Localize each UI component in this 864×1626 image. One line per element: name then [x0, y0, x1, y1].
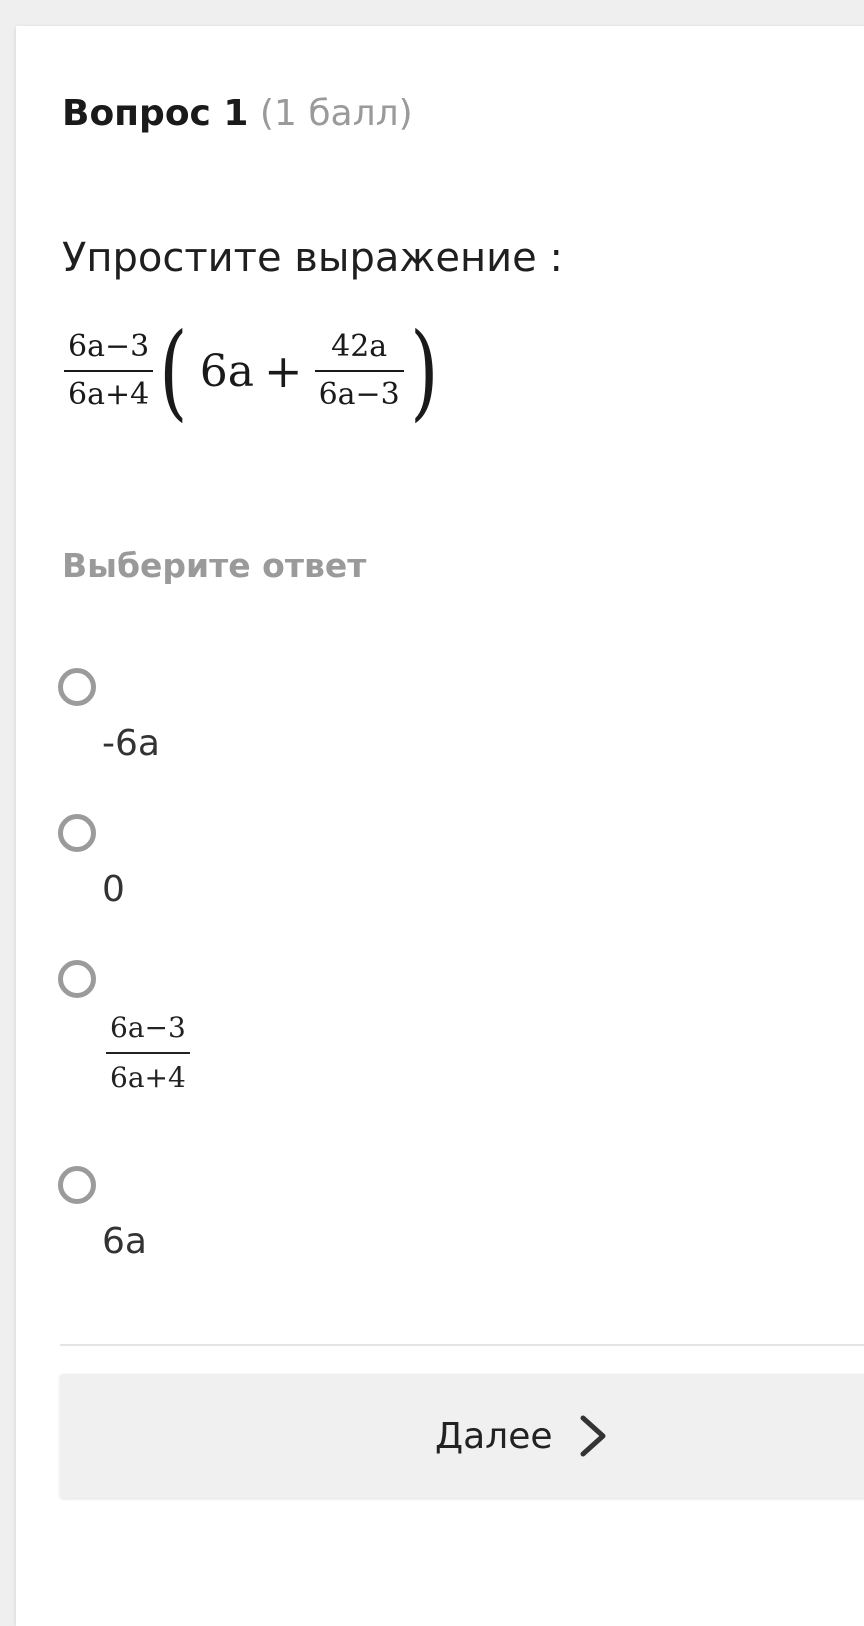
- next-button[interactable]: Далее: [60, 1374, 864, 1498]
- choose-answer-label: Выберите ответ: [62, 546, 367, 585]
- outer-fraction-numerator: 6a−3: [68, 329, 150, 364]
- answer-option-label: 6a: [102, 1221, 147, 1262]
- answer-option-label: -6a: [102, 723, 160, 764]
- next-button-content: Далее: [435, 1412, 615, 1460]
- question-header: Вопрос 1 (1 балл): [62, 88, 413, 140]
- answer-fraction-denominator: 6a+4: [106, 1052, 190, 1094]
- next-button-label: Далее: [435, 1415, 553, 1457]
- radio-button[interactable]: [58, 960, 96, 998]
- math-expression: 6a−3 6a+4 ( 6a + 42a 6a−3 ): [64, 318, 444, 424]
- outer-fraction-denominator: 6a+4: [64, 370, 154, 412]
- plus-operator: +: [264, 344, 303, 398]
- chevron-right-icon: [580, 1415, 605, 1457]
- radio-button[interactable]: [58, 668, 96, 706]
- close-parenthesis: ): [409, 310, 439, 432]
- inner-fraction: 42a 6a−3: [314, 329, 404, 412]
- divider: [60, 1344, 864, 1346]
- open-parenthesis: (: [159, 310, 188, 432]
- inner-fraction-denominator: 6a−3: [314, 370, 404, 412]
- question-points: (1 балл): [259, 93, 413, 134]
- question-text: Упростите выражение :: [62, 235, 563, 281]
- question-title: Вопрос 1: [62, 93, 249, 134]
- inner-fraction-numerator: 42a: [331, 329, 388, 364]
- answer-fraction-numerator: 6a−3: [110, 1011, 186, 1044]
- answer-option-fraction: 6a−3 6a+4: [106, 1012, 190, 1094]
- radio-button[interactable]: [58, 814, 96, 852]
- radio-button[interactable]: [58, 1166, 96, 1204]
- expression-term: 6a: [199, 345, 255, 397]
- answer-option-label: 0: [102, 869, 125, 910]
- outer-fraction: 6a−3 6a+4: [64, 329, 154, 412]
